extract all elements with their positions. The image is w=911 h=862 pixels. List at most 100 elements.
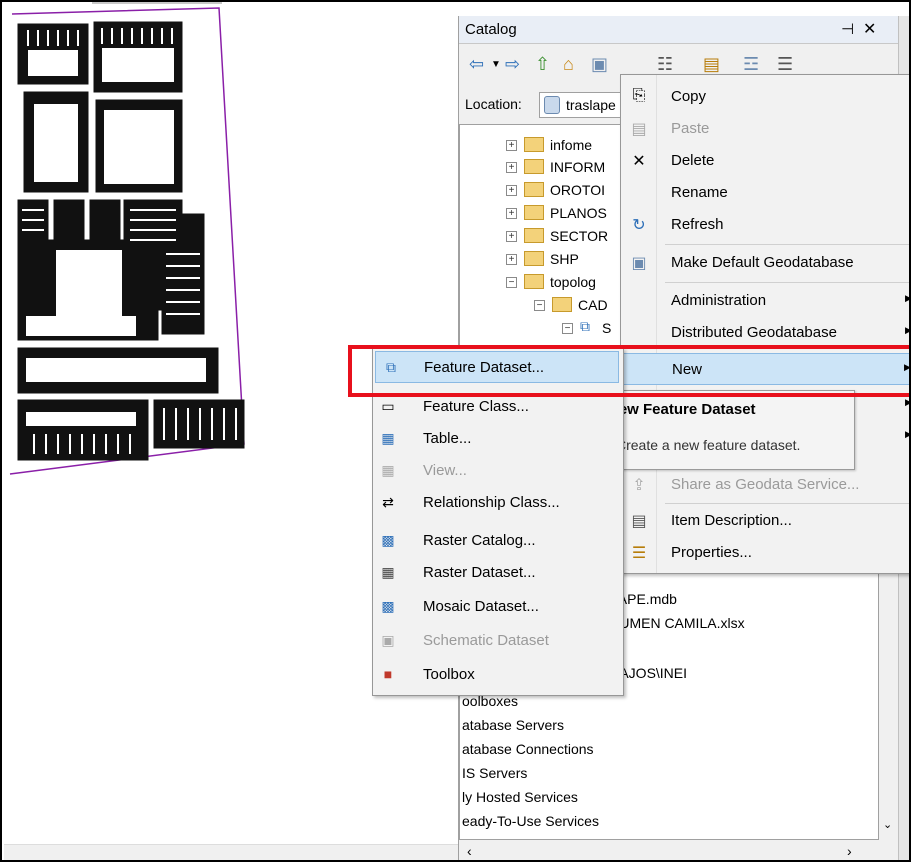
- tree-view-icon[interactable]: ☲: [743, 54, 759, 75]
- raster-dataset-icon: ▦: [381, 564, 395, 580]
- application-window: Catalog ⊣ ✕ ⇦ ▼ ⇨ ⇧ ⌂ ▣ ☷ ▤ ☲ ☰ Location…: [0, 0, 911, 862]
- tree-item-label: SUMEN CAMILA.xlsx: [610, 615, 745, 631]
- geodatabase-icon: [544, 96, 560, 114]
- city-block: [161, 213, 205, 335]
- view-icon: ▦: [381, 462, 395, 478]
- back-dropdown-icon[interactable]: ▼: [491, 59, 501, 70]
- submenu-item-mosaic-dataset[interactable]: ▩ Mosaic Dataset...: [373, 591, 623, 623]
- raster-catalog-icon: ▩: [381, 532, 395, 548]
- feature-dataset-icon: ⧉: [580, 318, 590, 334]
- menu-item-share-as-geodata-service[interactable]: ⇪ Share as Geodata Service...: [621, 469, 909, 501]
- home-icon[interactable]: ⌂: [563, 54, 574, 75]
- menu-item-make-default-geodatabase[interactable]: ▣ Make Default Geodatabase: [621, 247, 909, 279]
- pin-icon[interactable]: ⊣: [841, 20, 854, 38]
- close-icon[interactable]: ✕: [863, 19, 876, 39]
- menu-item-paste[interactable]: ▤ Paste: [621, 113, 909, 145]
- tree-item-label: PLANOS: [550, 205, 607, 221]
- scroll-left-icon[interactable]: ‹: [467, 843, 472, 859]
- schematic-dataset-icon: ▣: [381, 632, 395, 648]
- expand-icon[interactable]: +: [506, 140, 517, 151]
- tree-item-label: S: [602, 320, 612, 336]
- tree-item-label: SECTOR: [550, 228, 609, 244]
- tree-item-label: atabase Servers: [462, 717, 564, 733]
- new-submenu: ⧉ Feature Dataset... ▭ Feature Class... …: [372, 348, 624, 696]
- submenu-item-relationship-class[interactable]: ⇄ Relationship Class...: [373, 487, 623, 519]
- folder-icon: [524, 159, 544, 174]
- menu-item-properties[interactable]: ☰ Properties...: [621, 537, 909, 569]
- tooltip-description: Create a new feature dataset.: [616, 437, 801, 453]
- expand-icon[interactable]: +: [506, 162, 517, 173]
- tree-item[interactable]: atabase Servers: [462, 717, 564, 733]
- connect-folder-icon[interactable]: ▣: [591, 54, 608, 75]
- submenu-item-raster-dataset[interactable]: ▦ Raster Dataset...: [373, 557, 623, 589]
- menu-item-delete[interactable]: ✕ Delete: [621, 145, 909, 177]
- location-value: traslape: [566, 97, 616, 113]
- menu-item-copy[interactable]: ⎘ Copy: [621, 81, 909, 113]
- properties-icon: ☰: [631, 545, 647, 562]
- menu-item-administration[interactable]: Administration ▶: [621, 285, 909, 317]
- submenu-arrow-icon: ▶: [905, 397, 909, 408]
- folder-icon: [524, 182, 544, 197]
- menu-item-item-description[interactable]: ▤ Item Description...: [621, 505, 909, 537]
- submenu-arrow-icon: ▶: [905, 325, 909, 336]
- tree-item-label: ly Hosted Services: [462, 789, 578, 805]
- relationship-class-icon: ⇄: [382, 494, 394, 510]
- tree-item-label: INFORM: [550, 159, 606, 175]
- tree-item[interactable]: atabase Connections: [462, 741, 594, 757]
- delete-icon: ✕: [632, 153, 646, 170]
- tree-item[interactable]: eady-To-Use Services: [462, 813, 599, 829]
- menu-item-rename[interactable]: Rename: [621, 177, 909, 209]
- catalog-title: Catalog: [465, 21, 517, 38]
- submenu-item-schematic-dataset[interactable]: ▣ Schematic Dataset: [373, 625, 623, 657]
- context-menu: ⎘ Copy ▤ Paste ✕ Delete Rename ↻ Refresh…: [620, 74, 909, 574]
- collapse-icon[interactable]: −: [506, 277, 517, 288]
- tooltip-title: New Feature Dataset: [608, 401, 756, 418]
- scroll-down-icon[interactable]: ⌄: [883, 818, 892, 831]
- up-one-level-icon[interactable]: ⇧: [535, 54, 550, 75]
- back-icon[interactable]: ⇦: [469, 54, 484, 75]
- tree-item[interactable]: SUMEN CAMILA.xlsx: [610, 615, 745, 631]
- tree-item-label: eady-To-Use Services: [462, 813, 599, 829]
- tree-item[interactable]: IS Servers: [462, 765, 527, 781]
- folder-icon: [552, 297, 572, 312]
- tree-item-label: infome: [550, 137, 593, 153]
- location-label: Location:: [465, 96, 522, 112]
- submenu-item-raster-catalog[interactable]: ▩ Raster Catalog...: [373, 525, 623, 557]
- expand-icon[interactable]: +: [506, 231, 517, 242]
- folder-icon: [524, 228, 544, 243]
- tree-horizontal-scrollbar[interactable]: ‹ ›: [459, 842, 879, 860]
- share-icon: ⇪: [632, 477, 646, 494]
- tree-item-label: SHP: [550, 251, 579, 267]
- view-options-icon[interactable]: ☷: [657, 54, 673, 75]
- collapse-icon[interactable]: −: [534, 300, 545, 311]
- tree-item[interactable]: ly Hosted Services: [462, 789, 578, 805]
- item-description-icon: ▤: [631, 513, 647, 530]
- menu-item-refresh[interactable]: ↻ Refresh: [621, 209, 909, 241]
- folder-icon: [524, 137, 544, 152]
- submenu-item-table[interactable]: ▦ Table...: [373, 423, 623, 455]
- folder-icon: [524, 251, 544, 266]
- map-horizontal-scrollbar[interactable]: [4, 844, 459, 860]
- scroll-right-icon[interactable]: ›: [847, 843, 852, 859]
- collapse-icon[interactable]: −: [562, 323, 573, 334]
- new-folder-icon[interactable]: ▤: [703, 54, 720, 75]
- catalog-titlebar: Catalog ⊣ ✕: [459, 16, 899, 44]
- submenu-item-view[interactable]: ▦ View...: [373, 455, 623, 487]
- paste-icon: ▤: [631, 121, 647, 138]
- expand-icon[interactable]: +: [506, 208, 517, 219]
- geodatabase-icon: ▣: [631, 255, 647, 272]
- tree-item-label: IS Servers: [462, 765, 528, 781]
- highlight-annotation: [348, 345, 909, 397]
- table-icon: ▦: [381, 430, 395, 446]
- mosaic-dataset-icon: ▩: [381, 598, 395, 614]
- submenu-arrow-icon: ▶: [905, 293, 909, 304]
- tree-item-label: OROTOI: [550, 182, 605, 198]
- copy-icon: ⎘: [632, 87, 646, 104]
- forward-icon[interactable]: ⇨: [505, 54, 520, 75]
- toolbox-icon: ■: [383, 666, 393, 682]
- expand-icon[interactable]: +: [506, 185, 517, 196]
- expand-icon[interactable]: +: [506, 254, 517, 265]
- details-icon[interactable]: ☰: [777, 54, 793, 75]
- submenu-item-toolbox[interactable]: ■ Toolbox: [373, 659, 623, 691]
- submenu-arrow-icon: ▶: [905, 429, 909, 440]
